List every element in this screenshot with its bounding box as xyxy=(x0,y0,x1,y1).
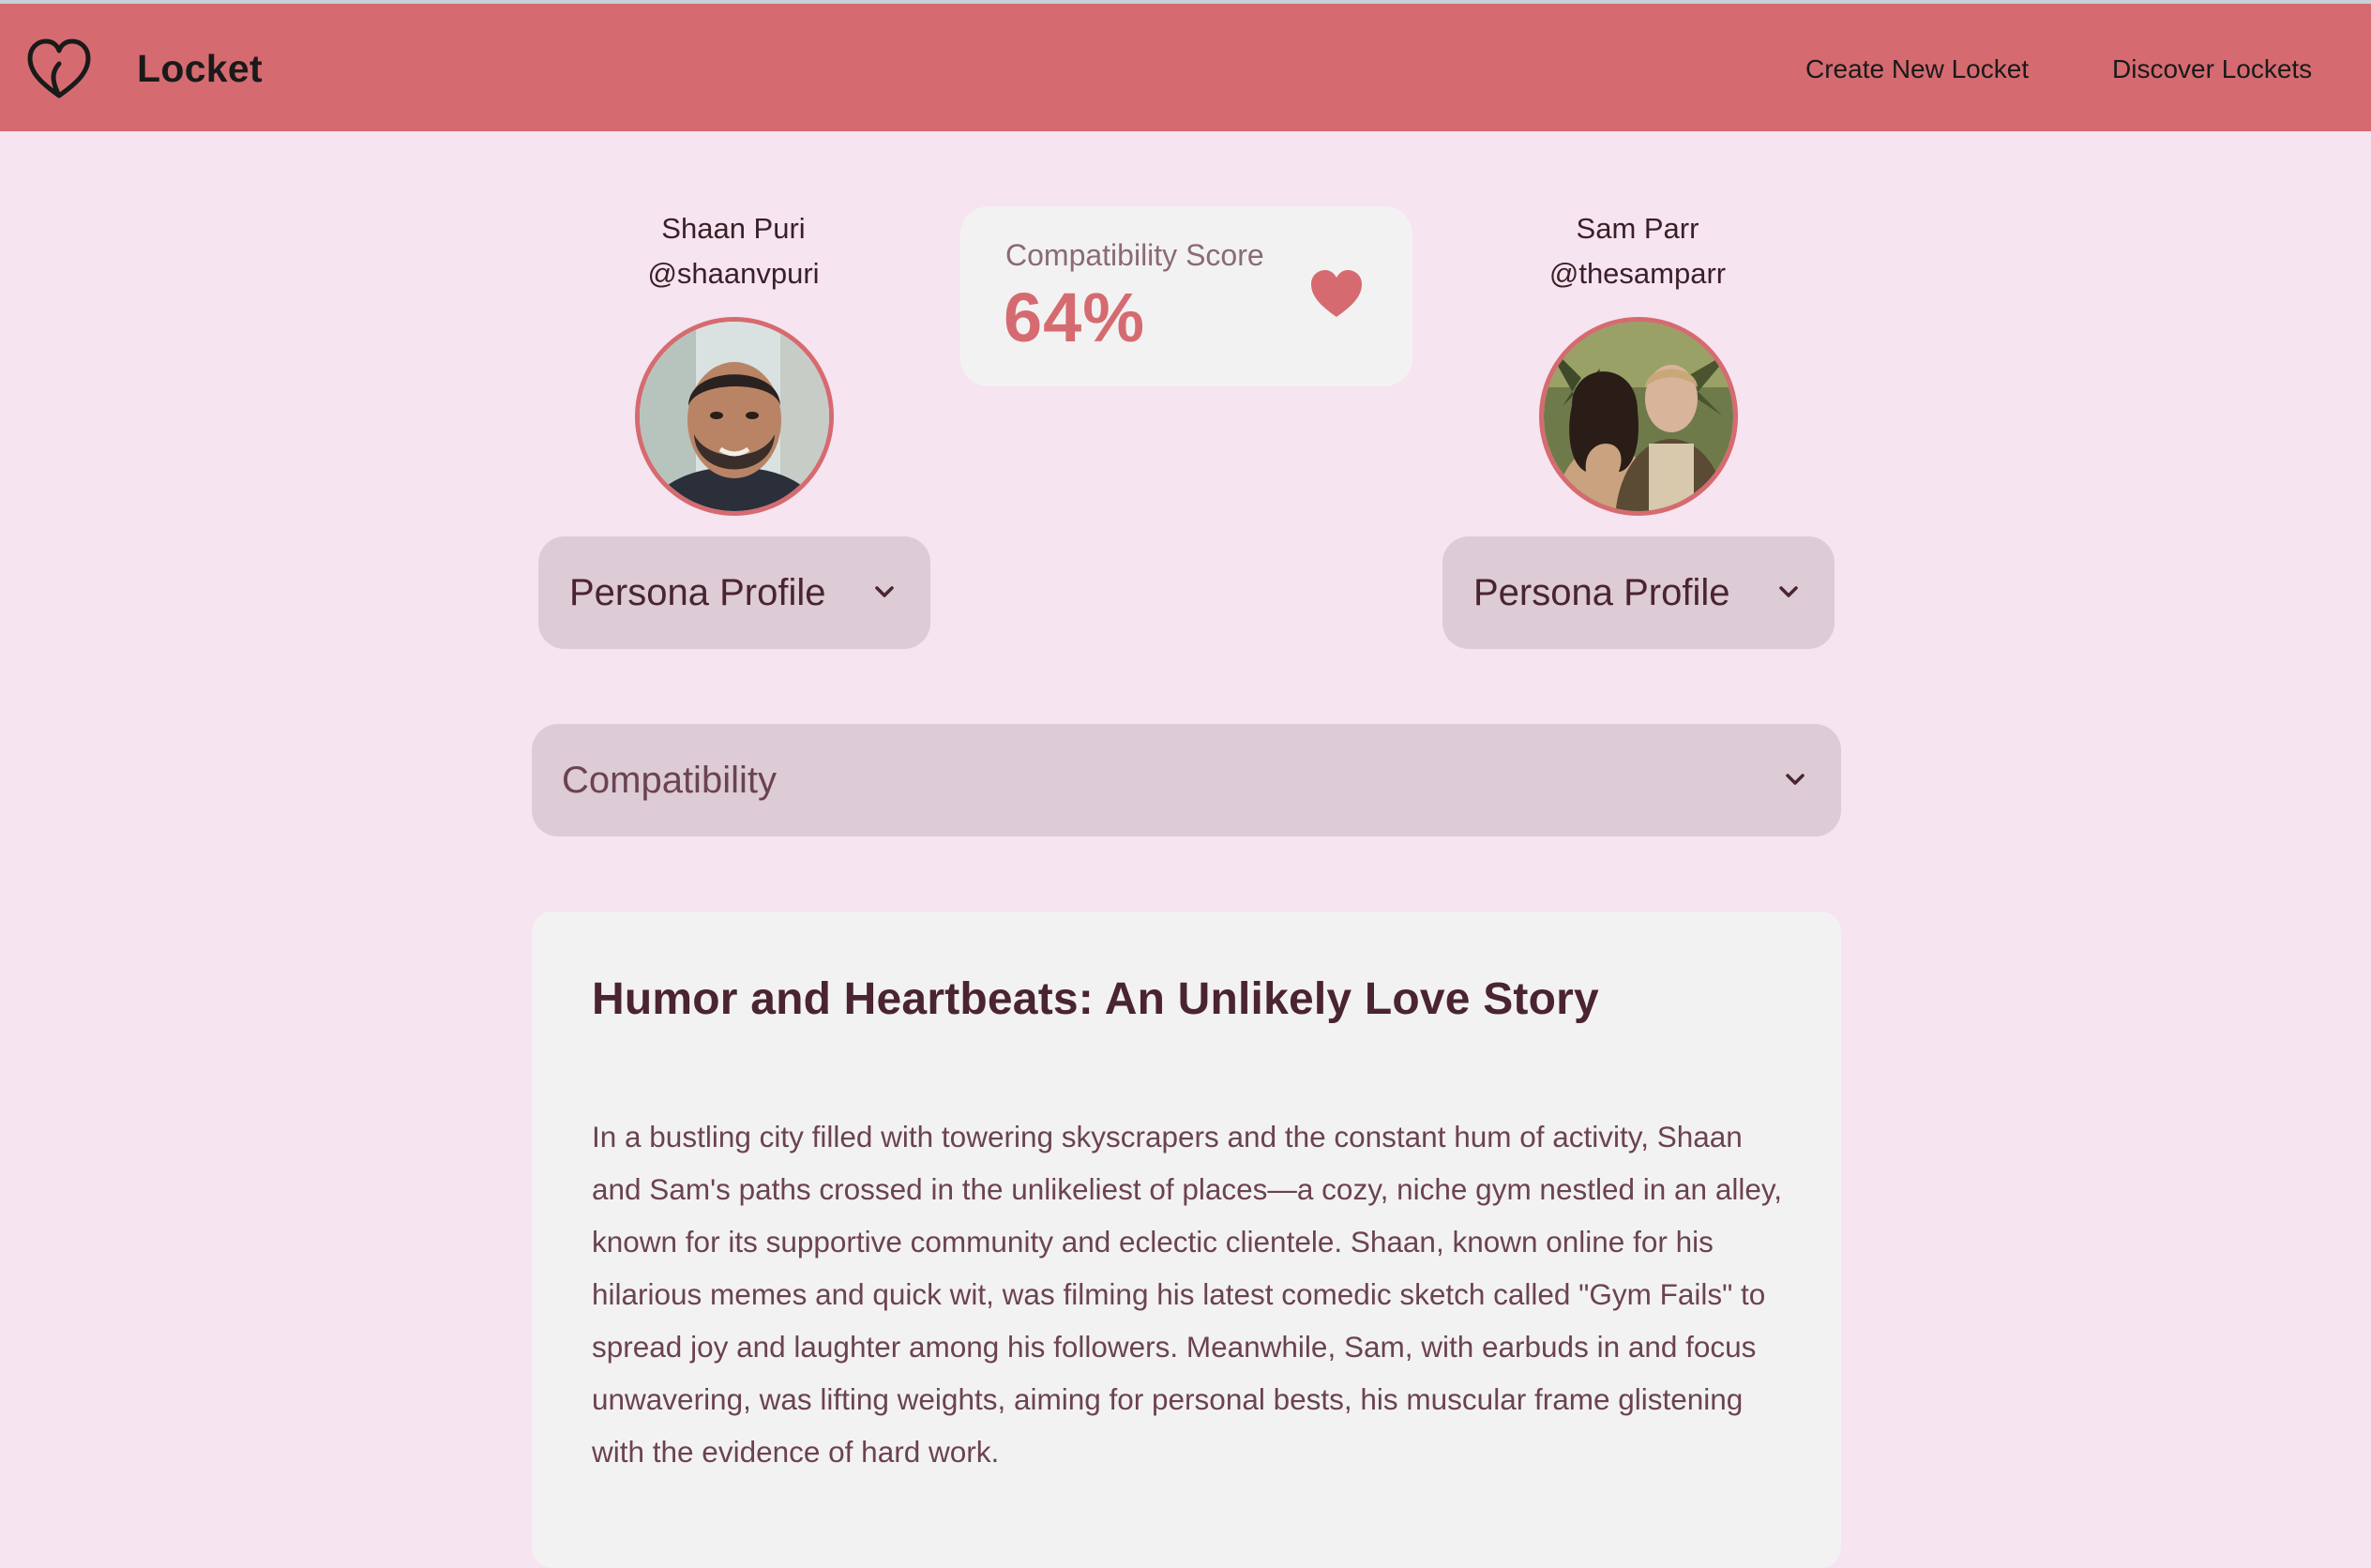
create-new-locket-link[interactable]: Create New Locket xyxy=(1805,54,2029,84)
love-story-card: Humor and Heartbeats: An Unlikely Love S… xyxy=(532,912,1841,1568)
top-navbar: Locket Create New Locket Discover Locket… xyxy=(0,0,2371,131)
discover-lockets-link[interactable]: Discover Lockets xyxy=(2112,54,2312,84)
avatar-shaan xyxy=(635,317,834,516)
story-paragraph: In a bustling city filled with towering … xyxy=(592,1120,1783,1469)
persona-profile-dropdown-left[interactable]: Persona Profile xyxy=(538,536,930,649)
person-right: Sam Parr @thesamparr xyxy=(1441,206,1835,296)
heart-outline-icon[interactable] xyxy=(24,36,94,101)
persona-profile-dropdown-right[interactable]: Persona Profile xyxy=(1442,536,1835,649)
heart-icon xyxy=(1311,270,1362,317)
person-name: Shaan Puri xyxy=(661,212,806,245)
persona-profile-label: Persona Profile xyxy=(1473,571,1730,613)
compatibility-label: Compatibility xyxy=(562,760,777,801)
story-title: Humor and Heartbeats: An Unlikely Love S… xyxy=(592,974,1599,1024)
avatar-sam xyxy=(1539,317,1738,516)
score-value: 64% xyxy=(1004,279,1146,356)
persona-profile-label: Persona Profile xyxy=(569,571,826,613)
chevron-down-icon xyxy=(875,586,894,597)
chevron-down-icon xyxy=(1786,774,1805,785)
app-title[interactable]: Locket xyxy=(137,47,263,91)
chevron-down-icon xyxy=(1779,586,1798,597)
score-label: Compatibility Score xyxy=(1005,238,1264,272)
compatibility-score-card: Compatibility Score 64% xyxy=(960,206,1412,386)
person-handle: @thesamparr xyxy=(1548,257,1727,290)
person-name: Sam Parr xyxy=(1576,212,1699,245)
person-handle: @shaanvpuri xyxy=(647,257,820,290)
person-left: Shaan Puri @shaanvpuri xyxy=(536,206,930,296)
compatibility-accordion[interactable]: Compatibility xyxy=(532,724,1841,837)
